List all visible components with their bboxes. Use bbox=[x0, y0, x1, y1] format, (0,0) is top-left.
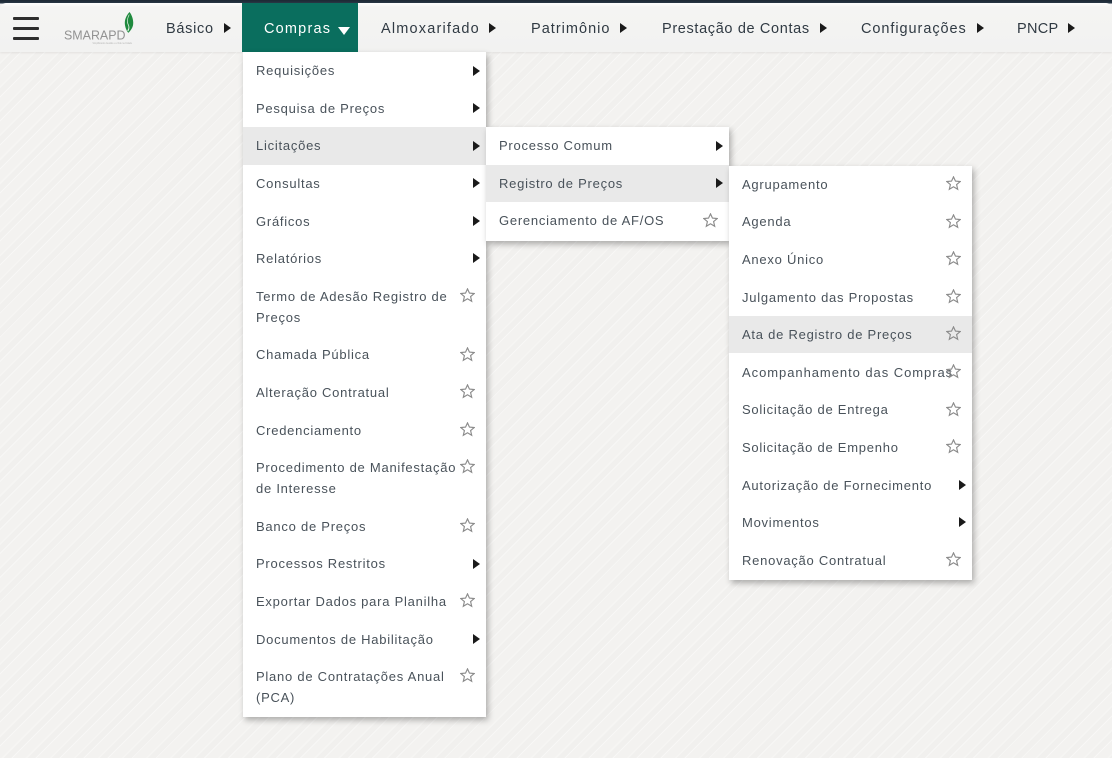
svg-text:Simplificando Gestão e a Vida: Simplificando Gestão e a Vida na Cidade bbox=[93, 41, 133, 45]
